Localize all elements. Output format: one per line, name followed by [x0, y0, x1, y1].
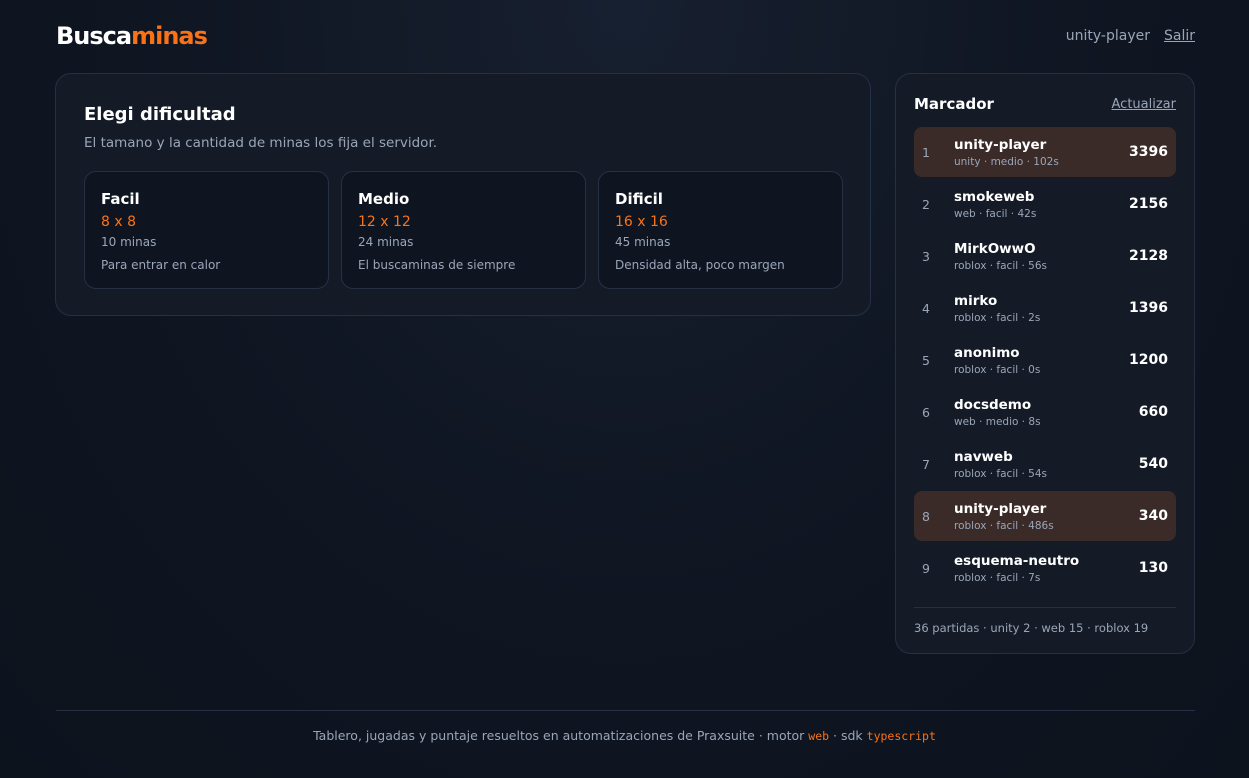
footer: Tablero, jugadas y puntaje resueltos en … — [0, 728, 1249, 743]
option-board-size: 12 x 12 — [358, 214, 411, 230]
top-bar: Buscaminas unity-player Salir — [56, 20, 1195, 52]
difficulty-title: Elegi dificultad — [84, 104, 236, 125]
row-score: 1396 — [1129, 300, 1168, 316]
option-description: Densidad alta, poco margen — [615, 258, 785, 272]
user-area: unity-player Salir — [1066, 28, 1195, 44]
scoreboard-row: 6 docsdemo web · medio · 8s 660 — [914, 387, 1176, 437]
row-rank: 9 — [922, 561, 930, 576]
difficulty-subtitle: El tamano y la cantidad de minas los fij… — [84, 135, 438, 151]
refresh-link[interactable]: Actualizar — [1112, 97, 1176, 112]
row-meta: roblox · facil · 486s — [954, 520, 1054, 532]
row-meta: roblox · facil · 2s — [954, 312, 1041, 324]
option-mine-count: 45 minas — [615, 235, 671, 249]
row-player: MirkOwwO — [954, 241, 1036, 257]
option-board-size: 16 x 16 — [615, 214, 668, 230]
row-score: 2128 — [1129, 248, 1168, 264]
row-rank: 1 — [922, 145, 930, 160]
row-meta: roblox · facil · 56s — [954, 260, 1048, 272]
footer-divider — [56, 710, 1195, 711]
row-meta: web · medio · 8s — [954, 416, 1041, 428]
app-logo: Buscaminas — [56, 22, 208, 50]
option-mine-count: 24 minas — [358, 235, 414, 249]
row-score: 1200 — [1129, 352, 1168, 368]
scoreboard-row: 4 mirko roblox · facil · 2s 1396 — [914, 283, 1176, 333]
scoreboard-list: 1 unity-player unity · medio · 102s 3396… — [914, 127, 1176, 595]
option-mine-count: 10 minas — [101, 235, 157, 249]
option-description: El buscaminas de siempre — [358, 258, 516, 272]
logo-text-accent: minas — [131, 22, 208, 50]
row-score: 660 — [1138, 404, 1168, 420]
row-rank: 2 — [922, 197, 930, 212]
difficulty-option-medio[interactable]: Medio 12 x 12 24 minas El buscaminas de … — [341, 171, 586, 289]
row-rank: 6 — [922, 405, 930, 420]
scoreboard-row: 3 MirkOwwO roblox · facil · 56s 2128 — [914, 231, 1176, 281]
row-player: unity-player — [954, 501, 1047, 517]
scoreboard-panel: Marcador Actualizar 1 unity-player unity… — [895, 73, 1195, 654]
row-player: esquema-neutro — [954, 553, 1080, 569]
footer-text: Tablero, jugadas y puntaje resueltos en … — [313, 728, 809, 743]
row-meta: web · facil · 42s — [954, 208, 1037, 220]
row-score: 3396 — [1129, 144, 1168, 160]
row-rank: 8 — [922, 509, 930, 524]
scoreboard-row: 2 smokeweb web · facil · 42s 2156 — [914, 179, 1176, 229]
option-name: Dificil — [615, 190, 663, 208]
option-name: Medio — [358, 190, 410, 208]
scoreboard-divider — [914, 607, 1176, 608]
row-score: 130 — [1138, 560, 1168, 576]
option-description: Para entrar en calor — [101, 258, 221, 272]
scoreboard-row: 7 navweb roblox · facil · 54s 540 — [914, 439, 1176, 489]
current-user-name: unity-player — [1065, 28, 1150, 44]
scoreboard-title: Marcador — [914, 95, 994, 113]
option-board-size: 8 x 8 — [101, 214, 136, 230]
row-meta: roblox · facil · 0s — [954, 364, 1041, 376]
difficulty-option-dificil[interactable]: Dificil 16 x 16 45 minas Densidad alta, … — [598, 171, 843, 289]
row-player: mirko — [954, 293, 998, 309]
row-score: 2156 — [1129, 196, 1168, 212]
footer-sdk-label: · sdk — [829, 728, 867, 743]
row-score: 540 — [1138, 456, 1168, 472]
row-rank: 3 — [922, 249, 930, 264]
option-name: Facil — [101, 190, 140, 208]
scoreboard-summary: 36 partidas · unity 2 · web 15 · roblox … — [914, 621, 1149, 635]
row-rank: 5 — [922, 353, 930, 368]
difficulty-panel: Elegi dificultad El tamano y la cantidad… — [55, 73, 871, 316]
row-player: navweb — [954, 449, 1013, 465]
footer-sdk: typescript — [866, 729, 936, 743]
scoreboard-row: 5 anonimo roblox · facil · 0s 1200 — [914, 335, 1176, 385]
logo-text-main: Busca — [56, 22, 132, 50]
row-player: docsdemo — [954, 397, 1032, 413]
row-rank: 4 — [922, 301, 930, 316]
row-player: smokeweb — [954, 189, 1035, 205]
row-meta: roblox · facil · 7s — [954, 572, 1041, 584]
row-player: unity-player — [954, 137, 1047, 153]
scoreboard-row: 9 esquema-neutro roblox · facil · 7s 130 — [914, 543, 1176, 593]
difficulty-options: Facil 8 x 8 10 minas Para entrar en calo… — [84, 171, 843, 289]
scoreboard-row: 8 unity-player roblox · facil · 486s 340 — [914, 491, 1176, 541]
scoreboard-row: 1 unity-player unity · medio · 102s 3396 — [914, 127, 1176, 177]
row-meta: unity · medio · 102s — [954, 156, 1059, 168]
difficulty-option-facil[interactable]: Facil 8 x 8 10 minas Para entrar en calo… — [84, 171, 329, 289]
row-rank: 7 — [922, 457, 930, 472]
row-meta: roblox · facil · 54s — [954, 468, 1048, 480]
row-player: anonimo — [954, 345, 1020, 361]
footer-engine: web — [808, 729, 830, 743]
row-score: 340 — [1138, 508, 1168, 524]
logout-link[interactable]: Salir — [1164, 28, 1195, 44]
